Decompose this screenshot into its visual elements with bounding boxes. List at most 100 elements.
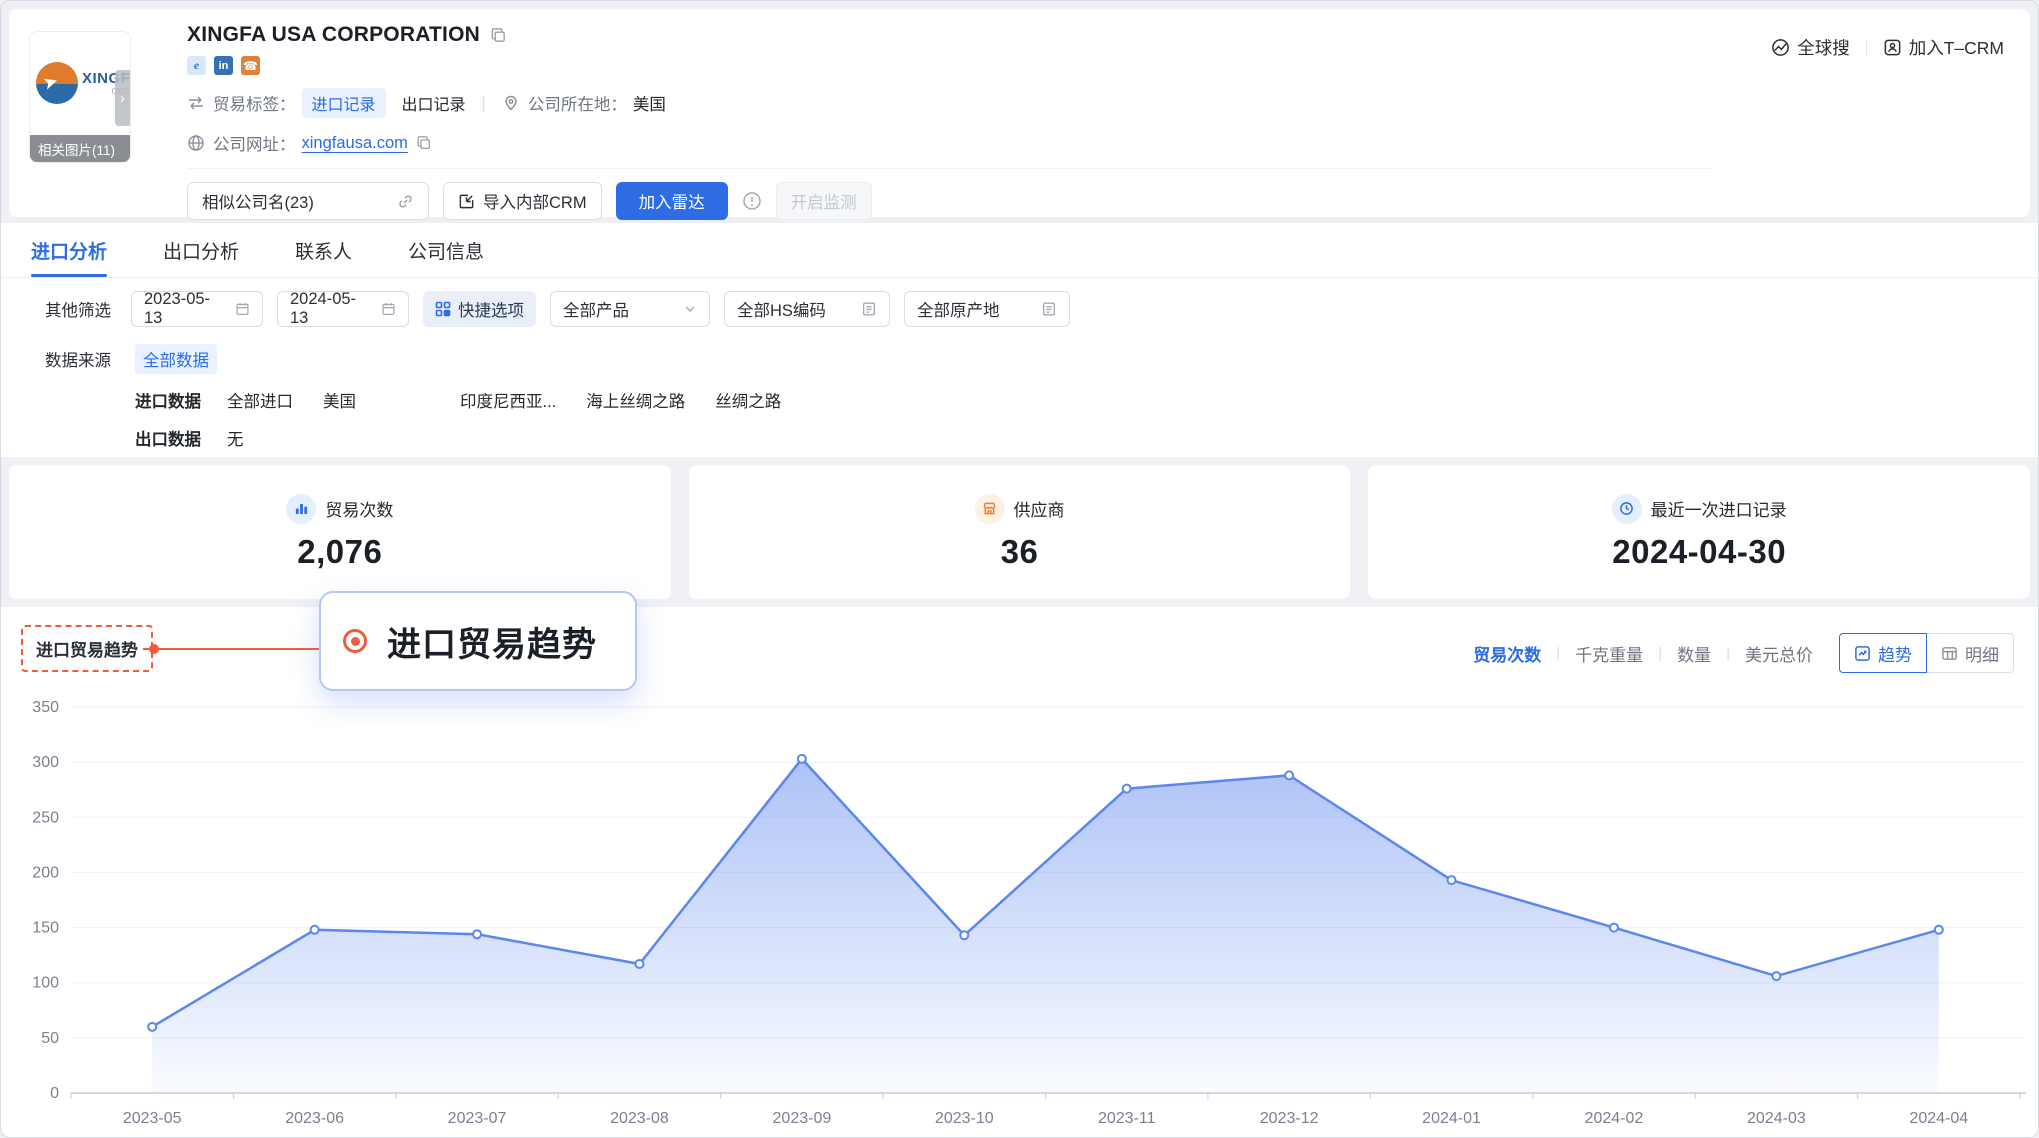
chevron-right-icon[interactable]: ›: [115, 70, 130, 126]
chart-controls: 贸易次数 | 千克重量 | 数量 | 美元总价 趋势 明细: [1473, 633, 2014, 673]
import-item: 印度尼西亚...: [460, 388, 556, 412]
chart-point[interactable]: [635, 960, 643, 968]
stat-label: 贸易次数: [325, 496, 393, 521]
chart-point[interactable]: [1448, 876, 1456, 884]
phone-icon[interactable]: ☎: [241, 56, 260, 75]
globe-icon: [187, 134, 205, 152]
import-records-tag[interactable]: 进口记录: [302, 88, 386, 118]
company-website-link[interactable]: xingfausa.com: [302, 134, 408, 153]
website-icon[interactable]: e: [187, 56, 206, 75]
date-from-value: 2023-05-13: [144, 290, 223, 328]
stat-value: 36: [1001, 533, 1039, 571]
y-tick-label: 200: [32, 864, 59, 881]
x-tick-label: 2023-06: [285, 1110, 344, 1127]
chart-point[interactable]: [1610, 924, 1618, 932]
hs-code-select[interactable]: 全部HS编码: [724, 291, 890, 327]
metric-usd-total[interactable]: 美元总价: [1745, 641, 1813, 666]
join-tcrm-action[interactable]: 加入T–CRM: [1883, 35, 2004, 60]
toggle-detail-label: 明细: [1965, 641, 1999, 666]
similar-companies-button[interactable]: 相似公司名(23): [187, 182, 429, 220]
divider: |: [1726, 645, 1730, 662]
metric-trade-count[interactable]: 贸易次数: [1473, 641, 1541, 666]
import-icon: [458, 193, 475, 210]
global-search-label: 全球搜: [1797, 35, 1850, 60]
toggle-trend-label: 趋势: [1878, 641, 1912, 666]
chart-point[interactable]: [960, 931, 968, 939]
analysis-section: 进口分析 出口分析 联系人 公司信息 其他筛选 2023-05-13 2024-…: [1, 223, 2038, 457]
y-tick-label: 50: [41, 1030, 59, 1047]
start-monitor-button[interactable]: 开启监测: [776, 182, 872, 220]
y-tick-label: 0: [50, 1085, 59, 1102]
view-toggle-group: 趋势 明细: [1839, 633, 2014, 673]
annotation-target-icon: [343, 629, 367, 653]
chart-point[interactable]: [473, 930, 481, 938]
logo-globe-icon: [36, 62, 78, 104]
grid-icon: [435, 301, 451, 317]
metric-kg-weight[interactable]: 千克重量: [1575, 641, 1643, 666]
company-logo-card[interactable]: XINGFA GROUP › 相关图片(11): [29, 31, 131, 163]
info-icon[interactable]: [742, 191, 762, 211]
stat-card-last-import: 最近一次进口记录 2024-04-30: [1368, 465, 2030, 599]
data-source-label: 数据来源: [45, 347, 135, 371]
company-header-card: XINGFA GROUP › 相关图片(11) 全球搜 加入T–CRM XING…: [9, 9, 2030, 217]
chart-title: 进口贸易趋势: [21, 625, 153, 672]
tab-import-analysis[interactable]: 进口分析: [31, 223, 107, 277]
copy-icon[interactable]: [416, 135, 432, 151]
other-filters-label: 其他筛选: [45, 297, 111, 321]
chart-point[interactable]: [1285, 771, 1293, 779]
add-radar-button[interactable]: 加入雷达: [616, 182, 728, 220]
linkedin-icon[interactable]: in: [214, 56, 233, 75]
x-tick-label: 2024-04: [1909, 1110, 1968, 1127]
divider: |: [1658, 645, 1662, 662]
tab-contacts[interactable]: 联系人: [295, 223, 352, 277]
product-select[interactable]: 全部产品: [550, 291, 710, 327]
export-data-label: 出口数据: [135, 426, 227, 450]
form-icon: [861, 301, 877, 317]
export-data-value: 无: [227, 426, 244, 450]
y-tick-label: 350: [32, 699, 59, 716]
toggle-detail[interactable]: 明细: [1926, 633, 2014, 673]
chart-point[interactable]: [1123, 785, 1131, 793]
divider: [1866, 39, 1867, 57]
stat-label: 最近一次进口记录: [1651, 496, 1787, 521]
annotation-connector-line: [143, 648, 343, 650]
global-search-action[interactable]: 全球搜: [1771, 35, 1850, 60]
metric-quantity[interactable]: 数量: [1677, 641, 1711, 666]
clock-icon: [1612, 494, 1642, 524]
tab-company-info[interactable]: 公司信息: [408, 223, 484, 277]
stat-value: 2,076: [297, 533, 382, 571]
hs-code-value: 全部HS编码: [737, 297, 826, 321]
related-images-label[interactable]: 相关图片(11): [30, 135, 130, 162]
chart-point[interactable]: [311, 926, 319, 934]
quick-options-button[interactable]: 快捷选项: [423, 291, 536, 327]
import-crm-button[interactable]: 导入内部CRM: [443, 182, 602, 220]
link-icon: [397, 193, 414, 210]
x-tick-label: 2023-08: [610, 1110, 669, 1127]
origin-select[interactable]: 全部原产地: [904, 291, 1070, 327]
date-from-input[interactable]: 2023-05-13: [131, 291, 263, 327]
date-to-input[interactable]: 2024-05-13: [277, 291, 409, 327]
calendar-icon: [235, 301, 250, 317]
tab-export-analysis[interactable]: 出口分析: [163, 223, 239, 277]
chart-point[interactable]: [1935, 926, 1943, 934]
chart-point[interactable]: [798, 755, 806, 763]
annotation-callout: 进口贸易趋势: [319, 591, 637, 691]
toggle-trend[interactable]: 趋势: [1839, 633, 1927, 673]
location-label: 公司所在地：: [528, 91, 627, 115]
import-data-label: 进口数据: [135, 388, 227, 412]
copy-icon[interactable]: [490, 27, 507, 44]
x-tick-label: 2024-03: [1747, 1110, 1806, 1127]
chart-point[interactable]: [1772, 972, 1780, 980]
export-records-tag[interactable]: 出口记录: [402, 91, 466, 115]
divider: |: [482, 94, 486, 113]
exchange-arrows-icon: [187, 94, 205, 112]
all-data-tag[interactable]: 全部数据: [135, 344, 217, 374]
import-trend-chart[interactable]: 0501001502002503003502023-052023-062023-…: [9, 691, 2032, 1138]
x-tick-label: 2023-10: [935, 1110, 994, 1127]
location-value: 美国: [633, 91, 666, 115]
chart-point[interactable]: [148, 1023, 156, 1031]
app-window: XINGFA GROUP › 相关图片(11) 全球搜 加入T–CRM XING…: [0, 0, 2039, 1138]
trade-tags-label: 贸易标签：: [213, 91, 296, 115]
stat-card-trade-count: 贸易次数 2,076: [9, 465, 671, 599]
x-tick-label: 2023-12: [1260, 1110, 1319, 1127]
